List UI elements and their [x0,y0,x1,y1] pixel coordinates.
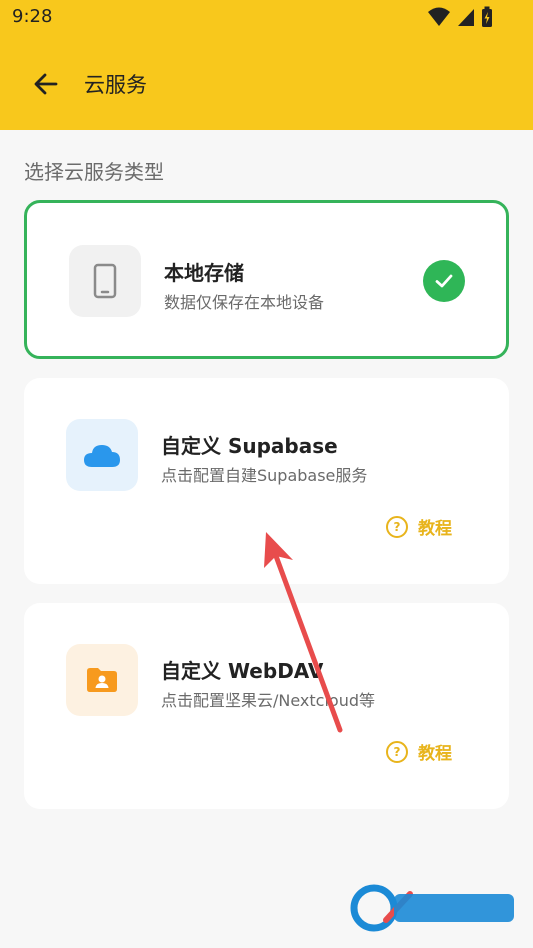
service-icon-box [66,419,138,491]
phone-icon [93,263,117,299]
folder-user-icon [87,668,117,692]
section-title: 选择云服务类型 [24,160,164,184]
tutorial-label: 教程 [418,519,452,539]
service-card-local[interactable]: 本地存储 数据仅保存在本地设备 [24,200,509,359]
tutorial-link[interactable]: ? 教程 [386,514,452,539]
watermark-logo [350,880,520,938]
service-subtitle: 数据仅保存在本地设备 [164,293,325,312]
status-icons [427,6,493,28]
tutorial-link[interactable]: ? 教程 [386,739,452,764]
service-title: 自定义 Supabase [161,434,338,458]
service-subtitle: 点击配置自建Supabase服务 [161,466,368,485]
service-icon-box [69,245,141,317]
signal-icon [458,9,474,26]
cloud-icon [84,445,120,467]
app-bar: 9:28 云服务 [0,0,533,130]
tutorial-label: 教程 [418,744,452,764]
battery-icon [482,6,492,27]
back-button[interactable] [28,66,64,102]
status-time: 9:28 [12,6,53,27]
service-card-webdav[interactable]: 自定义 WebDAV 点击配置坚果云/Nextcloud等 ? 教程 [24,603,509,809]
selected-check-icon [423,260,465,302]
arrow-left-icon [34,73,58,95]
service-card-supabase[interactable]: 自定义 Supabase 点击配置自建Supabase服务 ? 教程 [24,378,509,584]
page-title: 云服务 [84,73,147,97]
service-subtitle: 点击配置坚果云/Nextcloud等 [161,691,375,710]
help-icon: ? [386,740,408,763]
service-title: 本地存储 [164,261,244,285]
help-icon: ? [386,515,408,538]
wifi-icon [428,7,450,26]
service-title: 自定义 WebDAV [161,659,324,683]
service-icon-box [66,644,138,716]
